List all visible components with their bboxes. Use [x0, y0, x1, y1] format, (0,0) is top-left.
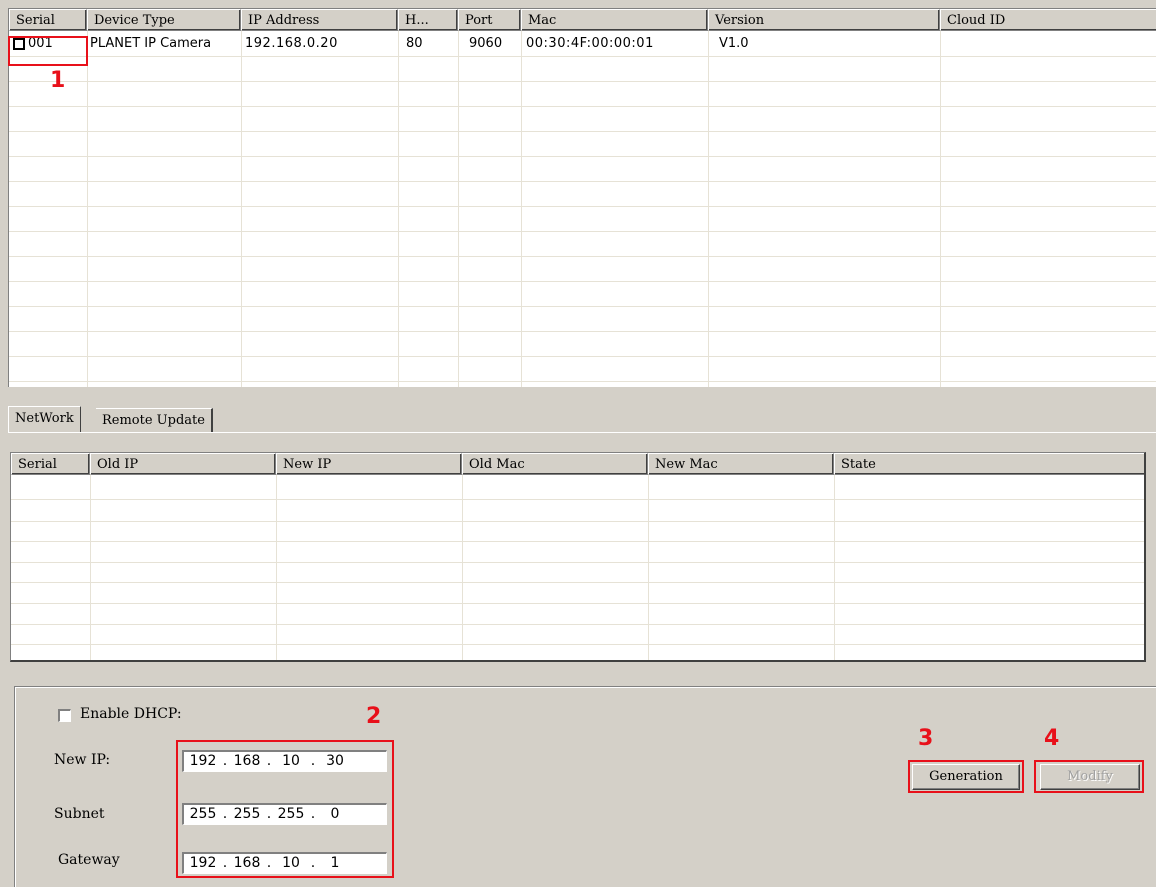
- annotation-box-4: [1034, 760, 1144, 793]
- grid-line: [11, 541, 1144, 542]
- grid-line: [462, 475, 463, 660]
- subnet-label: Subnet: [54, 806, 105, 822]
- column-header-new-ip[interactable]: New IP: [276, 453, 462, 475]
- annotation-label-1: 1: [50, 68, 66, 93]
- grid-line: [11, 624, 1144, 625]
- column-header-old-ip[interactable]: Old IP: [90, 453, 276, 475]
- grid-line: [648, 475, 649, 660]
- device-list-header: Serial Device Type IP Address H... Port …: [9, 9, 1156, 31]
- column-header-version[interactable]: Version: [708, 9, 940, 31]
- column-header-serial[interactable]: Serial: [9, 9, 87, 31]
- grid-line: [9, 181, 1156, 182]
- grid-line: [87, 31, 88, 387]
- task-list-header: Serial Old IP New IP Old Mac New Mac Sta…: [11, 453, 1144, 475]
- grid-line: [9, 156, 1156, 157]
- grid-line: [11, 582, 1144, 583]
- column-header-new-mac[interactable]: New Mac: [648, 453, 834, 475]
- grid-line: [9, 381, 1156, 382]
- grid-line: [11, 603, 1144, 604]
- annotation-box-3: [908, 760, 1024, 793]
- grid-line: [458, 31, 459, 387]
- grid-line: [9, 81, 1156, 82]
- modify-task-table[interactable]: Serial Old IP New IP Old Mac New Mac Sta…: [10, 452, 1146, 662]
- tab-network[interactable]: NetWork: [8, 406, 81, 432]
- row-http-port: 80: [406, 36, 423, 51]
- enable-dhcp-label: Enable DHCP:: [80, 706, 182, 722]
- row-version: V1.0: [719, 36, 749, 51]
- column-header-http[interactable]: H...: [398, 9, 458, 31]
- grid-line: [9, 131, 1156, 132]
- grid-line: [9, 356, 1156, 357]
- grid-line: [90, 475, 91, 660]
- grid-line: [9, 256, 1156, 257]
- grid-line: [521, 31, 522, 387]
- grid-line: [9, 206, 1156, 207]
- grid-line: [11, 521, 1144, 522]
- row-device-type: PLANET IP Camera: [90, 36, 212, 51]
- grid-line: [940, 31, 941, 387]
- column-header-state[interactable]: State: [834, 453, 1144, 475]
- grid-line: [11, 644, 1144, 645]
- column-header-port[interactable]: Port: [458, 9, 521, 31]
- grid-line: [9, 231, 1156, 232]
- grid-line: [398, 31, 399, 387]
- column-header-device-type[interactable]: Device Type: [87, 9, 241, 31]
- grid-line: [11, 499, 1144, 500]
- annotation-box-2: [176, 740, 394, 878]
- annotation-box-1: [8, 36, 88, 66]
- column-header-mac[interactable]: Mac: [521, 9, 708, 31]
- row-port: 9060: [469, 36, 503, 51]
- row-mac: 00:30:4F:00:00:01: [526, 36, 654, 51]
- grid-line: [11, 562, 1144, 563]
- grid-line: [708, 31, 709, 387]
- column-header-cloud-id[interactable]: Cloud ID: [940, 9, 1156, 31]
- new-ip-label: New IP:: [54, 752, 111, 768]
- grid-line: [241, 31, 242, 387]
- tab-divider: [8, 432, 1156, 433]
- column-header-serial[interactable]: Serial: [11, 453, 90, 475]
- table-row[interactable]: 001 PLANET IP Camera 192.168.0.20 80 906…: [9, 31, 1156, 56]
- column-header-old-mac[interactable]: Old Mac: [462, 453, 648, 475]
- gateway-label: Gateway: [58, 852, 120, 868]
- enable-dhcp-checkbox[interactable]: [58, 709, 71, 722]
- grid-line: [9, 306, 1156, 307]
- device-list-table[interactable]: Serial Device Type IP Address H... Port …: [8, 8, 1156, 387]
- grid-line: [9, 56, 1156, 57]
- grid-line: [276, 475, 277, 660]
- grid-line: [9, 281, 1156, 282]
- annotation-label-4: 4: [1044, 726, 1060, 751]
- tab-remote-update[interactable]: Remote Update: [96, 408, 213, 432]
- grid-line: [9, 331, 1156, 332]
- annotation-label-3: 3: [918, 726, 934, 751]
- annotation-label-2: 2: [366, 704, 382, 729]
- grid-line: [834, 475, 835, 660]
- row-ip-address: 192.168.0.20: [245, 36, 338, 51]
- column-header-ip-address[interactable]: IP Address: [241, 9, 398, 31]
- grid-line: [9, 106, 1156, 107]
